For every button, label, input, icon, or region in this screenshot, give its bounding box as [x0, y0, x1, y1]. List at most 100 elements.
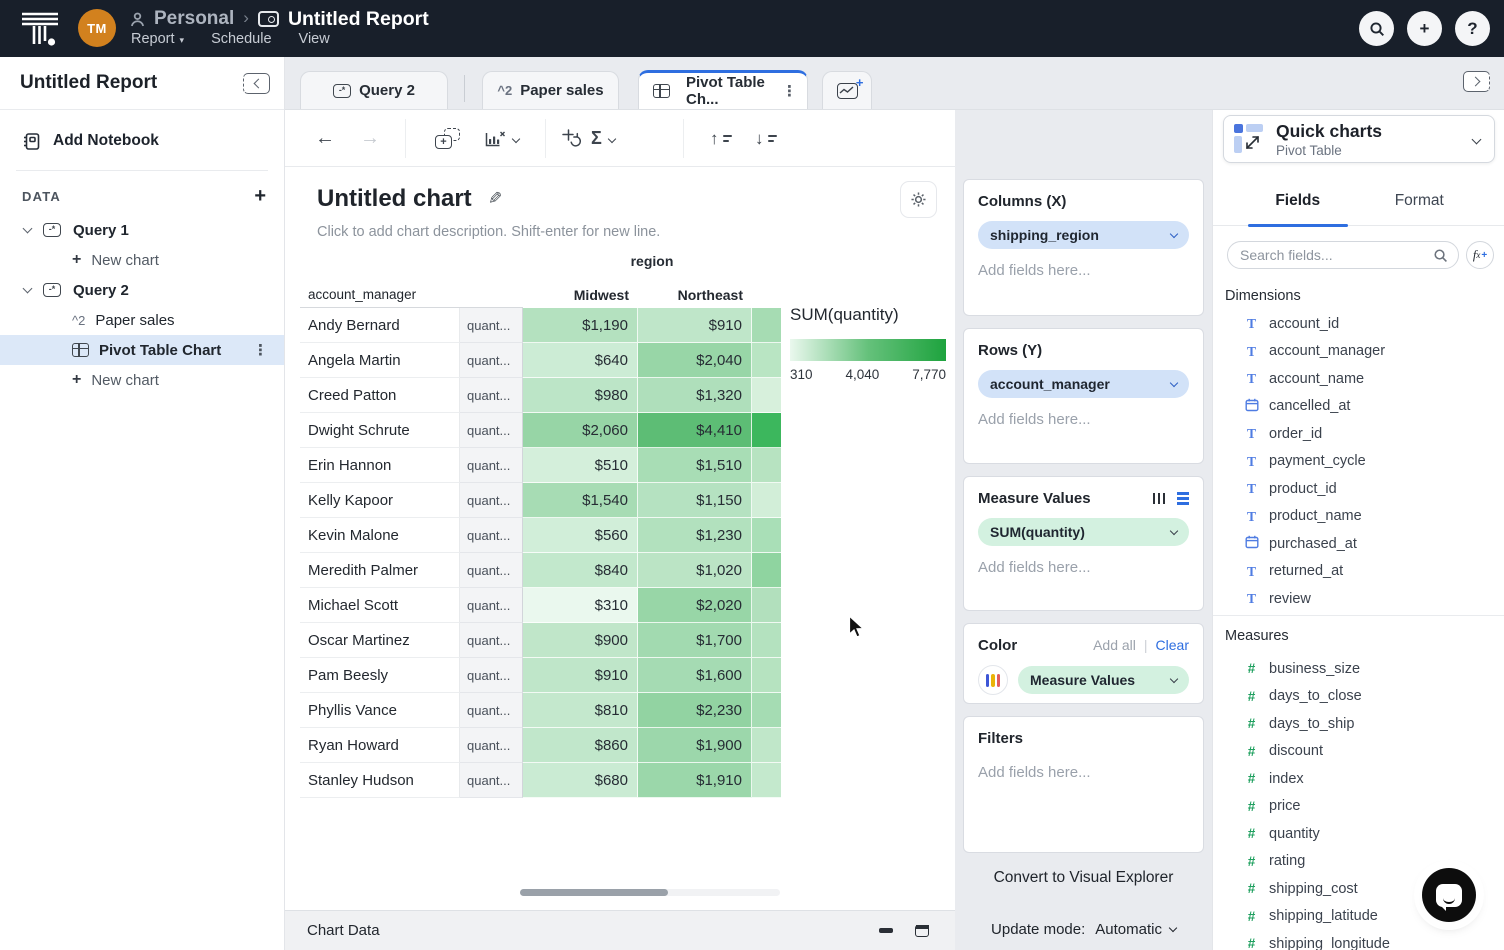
rows-drop-placeholder[interactable]: Add fields here... — [978, 411, 1189, 428]
remove-chart-button[interactable] — [485, 110, 519, 167]
chat-support-button[interactable] — [1422, 868, 1476, 922]
collapse-right-panel-button[interactable] — [1463, 71, 1490, 92]
pivot-cell-clipped[interactable] — [752, 728, 781, 763]
add-data-button[interactable]: + — [254, 186, 266, 206]
pivot-cell[interactable]: $510 — [523, 448, 638, 483]
kebab-menu-icon[interactable]: ⋮ — [253, 341, 268, 359]
menu-report[interactable]: Report▾ — [131, 31, 184, 47]
sidebar-item-query1-new-chart[interactable]: + New chart — [0, 245, 284, 275]
new-chart-tab-button[interactable]: + — [822, 71, 872, 109]
pivot-cell[interactable]: $2,060 — [523, 413, 638, 448]
quick-charts-selector[interactable]: Quick charts Pivot Table — [1223, 115, 1495, 163]
pivot-cell[interactable]: $1,150 — [638, 483, 752, 518]
pivot-cell[interactable]: $1,020 — [638, 553, 752, 588]
color-measure-values-pill[interactable]: Measure Values — [1018, 666, 1189, 694]
menu-schedule[interactable]: Schedule — [211, 31, 271, 47]
avatar[interactable]: TM — [78, 9, 116, 47]
pivot-cell[interactable]: $640 — [523, 343, 638, 378]
app-logo[interactable] — [18, 10, 62, 48]
field-item-days_to_close[interactable]: #days_to_close — [1213, 683, 1504, 711]
pivot-cell[interactable]: $1,320 — [638, 378, 752, 413]
tab-paper-sales[interactable]: ^2 Paper sales — [482, 71, 619, 109]
pivot-cell[interactable]: $310 — [523, 588, 638, 623]
pivot-cell[interactable]: $680 — [523, 763, 638, 798]
sidebar-item-pivot-table-chart[interactable]: Pivot Table Chart ⋮ — [0, 335, 284, 365]
sidebar-item-query1[interactable]: -* Query 1 — [0, 215, 284, 245]
chart-data-bar[interactable]: Chart Data — [285, 910, 955, 950]
field-item-business_size[interactable]: #business_size — [1213, 655, 1504, 683]
field-item-days_to_ship[interactable]: #days_to_ship — [1213, 710, 1504, 738]
pivot-cell-clipped[interactable] — [752, 553, 781, 588]
pivot-cell-clipped[interactable] — [752, 448, 781, 483]
shipping-region-pill[interactable]: shipping_region — [978, 221, 1189, 249]
field-item-cancelled_at[interactable]: cancelled_at — [1213, 393, 1504, 421]
pivot-transpose-button[interactable] — [562, 110, 582, 167]
measures-drop-placeholder[interactable]: Add fields here... — [978, 559, 1189, 576]
pivot-cell[interactable]: $840 — [523, 553, 638, 588]
pivot-cell-clipped[interactable] — [752, 518, 781, 553]
chart-description-placeholder[interactable]: Click to add chart description. Shift-en… — [317, 224, 660, 240]
add-button[interactable]: + — [1407, 11, 1442, 46]
pivot-cell[interactable]: $860 — [523, 728, 638, 763]
pivot-cell[interactable]: $910 — [638, 308, 752, 343]
columns-layout-icon[interactable] — [1153, 493, 1166, 504]
field-item-account_name[interactable]: Taccount_name — [1213, 365, 1504, 393]
add-to-dashboard-button[interactable]: + — [435, 110, 460, 167]
pivot-cell[interactable]: $810 — [523, 693, 638, 728]
color-palette-icon[interactable] — [978, 665, 1008, 695]
minimize-panel-icon[interactable] — [879, 928, 893, 933]
color-clear-button[interactable]: Clear — [1156, 637, 1189, 653]
tab-pivot-table-chart[interactable]: Pivot Table Ch... ⋮ — [638, 70, 808, 109]
add-notebook-button[interactable]: Add Notebook — [0, 126, 284, 156]
tab-format[interactable]: Format — [1359, 176, 1481, 225]
sort-ascending-button[interactable]: ↑ — [710, 110, 732, 167]
pivot-cell-clipped[interactable] — [752, 483, 781, 518]
expand-panel-icon[interactable] — [915, 925, 929, 937]
rows-layout-icon[interactable] — [1177, 492, 1189, 505]
field-item-shipping_longitude[interactable]: #shipping_longitude — [1213, 930, 1504, 950]
field-item-quantity[interactable]: #quantity — [1213, 820, 1504, 848]
color-add-all-button[interactable]: Add all — [1093, 637, 1136, 653]
pivot-cell-clipped[interactable] — [752, 763, 781, 798]
filters-drop-placeholder[interactable]: Add fields here... — [978, 764, 1189, 781]
help-button[interactable]: ? — [1455, 11, 1490, 46]
field-item-product_id[interactable]: Tproduct_id — [1213, 475, 1504, 503]
field-item-review[interactable]: Treview — [1213, 585, 1504, 613]
field-item-purchased_at[interactable]: purchased_at — [1213, 530, 1504, 558]
field-item-returned_at[interactable]: Treturned_at — [1213, 558, 1504, 586]
pivot-cell[interactable]: $2,020 — [638, 588, 752, 623]
pivot-cell-clipped[interactable] — [752, 693, 781, 728]
pivot-cell-clipped[interactable] — [752, 378, 781, 413]
pivot-cell[interactable]: $1,230 — [638, 518, 752, 553]
field-item-price[interactable]: #price — [1213, 793, 1504, 821]
pivot-cell[interactable]: $910 — [523, 658, 638, 693]
pivot-cell-clipped[interactable] — [752, 308, 781, 343]
field-item-payment_cycle[interactable]: Tpayment_cycle — [1213, 448, 1504, 476]
pivot-cell-clipped[interactable] — [752, 413, 781, 448]
pivot-cell-clipped[interactable] — [752, 588, 781, 623]
pivot-cell[interactable]: $1,600 — [638, 658, 752, 693]
pivot-cell-clipped[interactable] — [752, 623, 781, 658]
menu-view[interactable]: View — [299, 31, 330, 47]
tab-kebab-menu-icon[interactable]: ⋮ — [782, 82, 797, 100]
workspace-name[interactable]: Personal — [154, 8, 234, 30]
search-button[interactable] — [1359, 11, 1394, 46]
pivot-cell-clipped[interactable] — [752, 658, 781, 693]
sidebar-item-query2-new-chart[interactable]: + New chart — [0, 365, 284, 395]
horizontal-scrollbar-thumb[interactable] — [520, 889, 668, 896]
pivot-col-header[interactable]: Midwest — [523, 281, 638, 308]
aggregate-button[interactable]: Σ — [591, 110, 615, 167]
pivot-cell[interactable]: $1,700 — [638, 623, 752, 658]
search-fields-box[interactable] — [1227, 241, 1459, 269]
edit-title-icon[interactable]: ✎ — [488, 189, 502, 209]
field-item-product_name[interactable]: Tproduct_name — [1213, 503, 1504, 531]
field-item-account_manager[interactable]: Taccount_manager — [1213, 338, 1504, 366]
pivot-cell[interactable]: $1,510 — [638, 448, 752, 483]
pivot-cell[interactable]: $980 — [523, 378, 638, 413]
pivot-cell[interactable]: $1,910 — [638, 763, 752, 798]
tab-query2[interactable]: -* Query 2 — [300, 71, 448, 109]
pivot-col-header[interactable]: Northeast — [638, 281, 752, 308]
field-item-index[interactable]: #index — [1213, 765, 1504, 793]
field-item-order_id[interactable]: Torder_id — [1213, 420, 1504, 448]
chart-title[interactable]: Untitled chart — [317, 185, 472, 213]
